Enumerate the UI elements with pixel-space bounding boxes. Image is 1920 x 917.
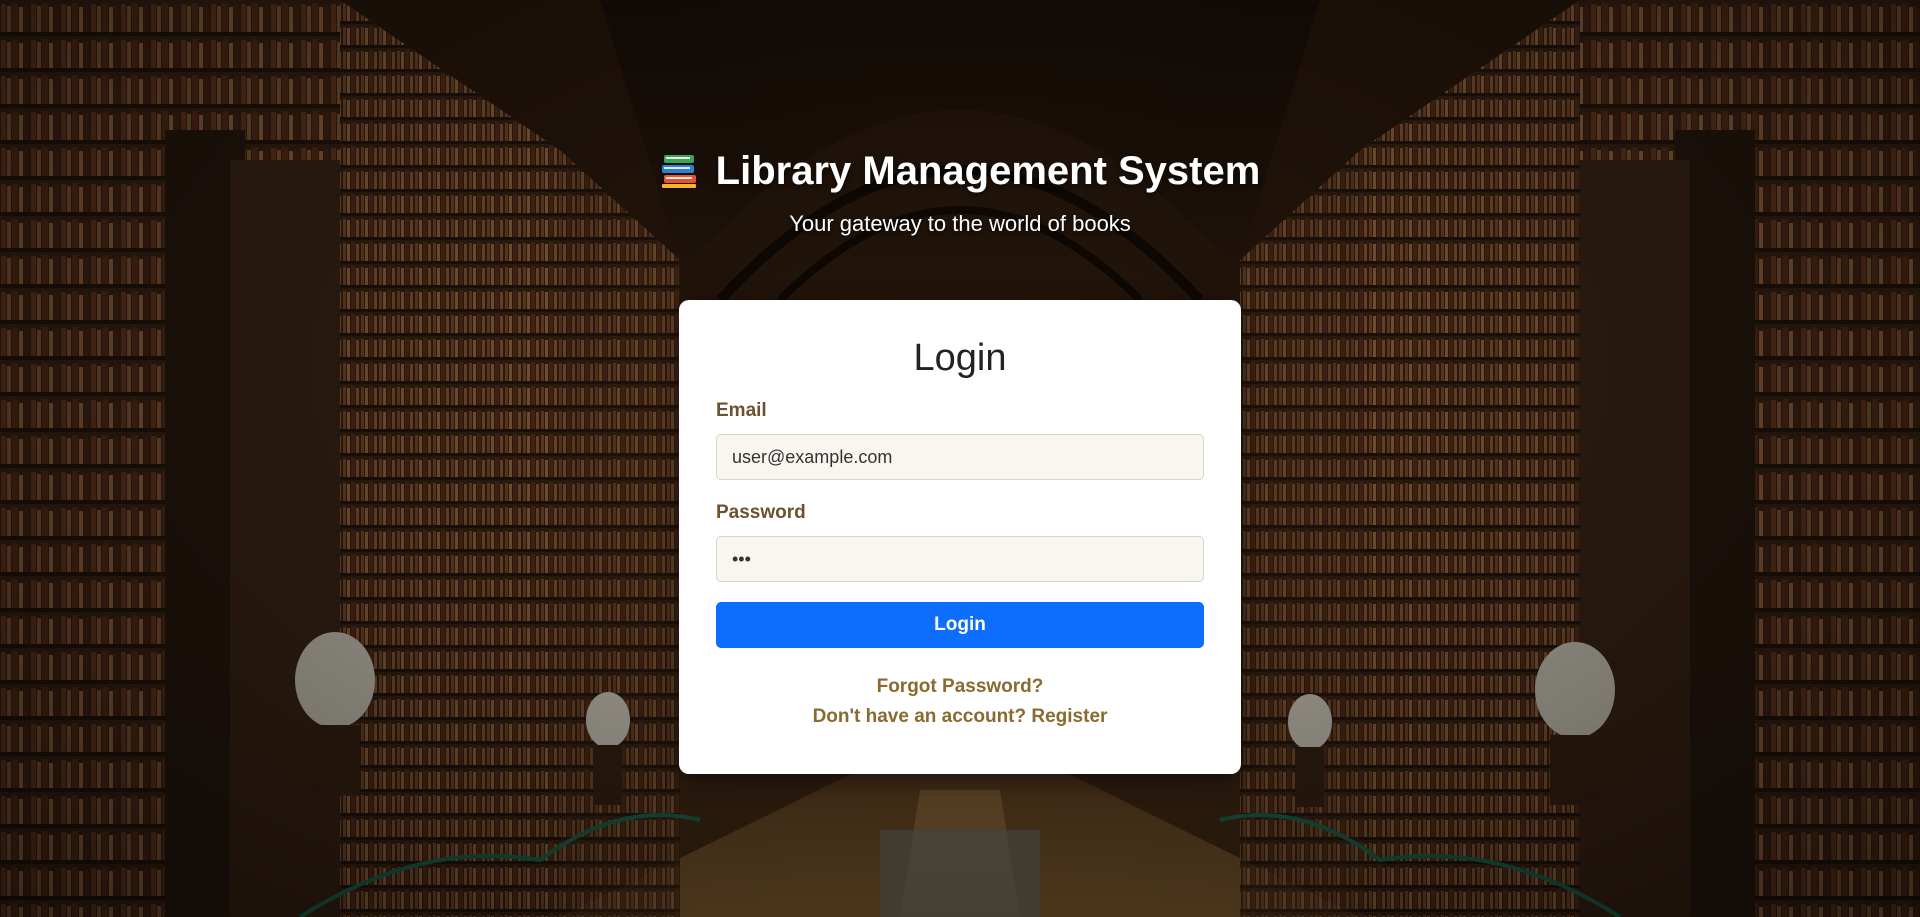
email-input[interactable] bbox=[716, 434, 1204, 480]
register-link[interactable]: Don't have an account? Register bbox=[716, 702, 1204, 732]
app-title: Library Management System bbox=[660, 145, 1261, 197]
login-card-title: Login bbox=[913, 337, 1007, 379]
login-button[interactable]: Login bbox=[716, 602, 1204, 648]
auth-links: Forgot Password? Don't have an account? … bbox=[716, 672, 1204, 732]
forgot-password-link[interactable]: Forgot Password? bbox=[716, 672, 1204, 702]
app-header: Library Management System Your gateway t… bbox=[0, 145, 1920, 237]
app-title-text: Library Management System bbox=[715, 149, 1261, 193]
email-label: Email bbox=[716, 400, 767, 421]
email-field-group: Email bbox=[716, 400, 1204, 480]
books-icon bbox=[660, 151, 700, 191]
password-input[interactable] bbox=[716, 536, 1204, 582]
app-subtitle: Your gateway to the world of books bbox=[789, 211, 1131, 236]
password-label: Password bbox=[716, 502, 806, 523]
login-card: Login Email Password Login Forgot Passwo… bbox=[679, 300, 1241, 774]
password-field-group: Password bbox=[716, 502, 1204, 582]
